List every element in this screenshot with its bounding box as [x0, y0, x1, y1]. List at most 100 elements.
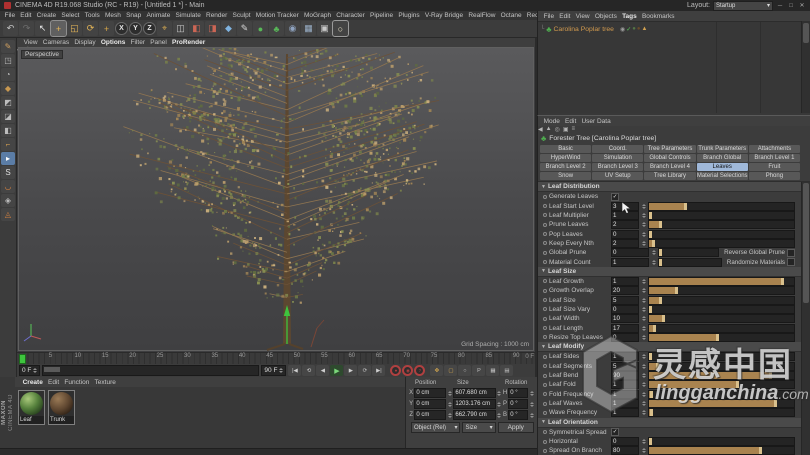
- slider-thumb[interactable]: [780, 277, 784, 285]
- param-slider[interactable]: [648, 323, 795, 333]
- spinner[interactable]: [641, 240, 646, 247]
- material-tag-leaf-icon[interactable]: ●: [632, 26, 636, 32]
- anim-dot-icon[interactable]: [543, 410, 547, 415]
- spinner[interactable]: [497, 412, 502, 419]
- points-mode-icon[interactable]: ◩: [1, 96, 15, 109]
- tab-branch-level-2[interactable]: Branch Level 2: [540, 163, 592, 171]
- menu-item-pipeline[interactable]: Pipeline: [367, 12, 395, 19]
- menu-item-filter[interactable]: Filter: [128, 39, 148, 46]
- anim-dot-icon[interactable]: [543, 430, 547, 435]
- slider-thumb[interactable]: [650, 409, 654, 417]
- uv-fan-icon[interactable]: ◔: [1, 68, 15, 81]
- menu-item-edit[interactable]: Edit: [45, 379, 61, 386]
- slider-thumb[interactable]: [649, 438, 652, 446]
- slider-thumb[interactable]: [653, 324, 657, 332]
- array-grid-icon[interactable]: ▦: [301, 21, 316, 36]
- param-value-field[interactable]: 17: [611, 323, 639, 333]
- slider-thumb[interactable]: [649, 353, 652, 361]
- anim-dot-icon[interactable]: [543, 204, 547, 209]
- spinner[interactable]: [641, 409, 646, 416]
- enabled-check-icon[interactable]: ✓: [626, 26, 631, 33]
- tab-basic[interactable]: Basic: [540, 145, 592, 153]
- slider-thumb[interactable]: [659, 249, 662, 257]
- param-slider[interactable]: [648, 408, 795, 418]
- param-value-field[interactable]: 5: [611, 361, 639, 371]
- spinner[interactable]: [641, 334, 646, 341]
- keyframe-selection-icon[interactable]: ?: [414, 365, 426, 376]
- tab-tree-library[interactable]: Tree Library: [644, 172, 696, 180]
- search-icon[interactable]: ◎: [555, 126, 560, 133]
- anim-dot-icon[interactable]: [543, 298, 547, 303]
- tab-trunk-parameters[interactable]: Trunk Parameters: [696, 145, 748, 153]
- menu-item-bookmarks[interactable]: Bookmarks: [639, 13, 677, 20]
- polygons-mode-icon[interactable]: ◧: [1, 124, 15, 137]
- rotation-field[interactable]: 0 °: [508, 399, 528, 409]
- pick-arrow-icon[interactable]: ▲: [546, 126, 552, 133]
- mograph-tree-icon[interactable]: ♣: [269, 21, 284, 36]
- undo-icon[interactable]: ↶: [3, 21, 18, 36]
- size-field[interactable]: 662.790 cm: [453, 410, 496, 420]
- spinner[interactable]: [497, 401, 502, 408]
- param-slider[interactable]: [648, 286, 795, 296]
- slider-thumb[interactable]: [659, 221, 663, 229]
- anim-dot-icon[interactable]: [543, 364, 547, 369]
- spinner[interactable]: [529, 401, 534, 408]
- anim-dot-icon[interactable]: [543, 232, 547, 237]
- spinner[interactable]: [447, 401, 452, 408]
- apply-button[interactable]: Apply: [497, 422, 534, 433]
- param-slider[interactable]: [648, 389, 795, 399]
- param-value-field[interactable]: 0: [611, 332, 639, 342]
- menu-item-function[interactable]: Function: [62, 379, 92, 386]
- slider-thumb[interactable]: [715, 333, 719, 341]
- param-value-field[interactable]: 2: [611, 238, 639, 248]
- slider-thumb[interactable]: [773, 400, 777, 408]
- quantize-icon[interactable]: ◈: [1, 194, 15, 207]
- position-field[interactable]: 0 cm: [414, 388, 447, 398]
- goto-end-button[interactable]: ▶|: [372, 365, 386, 376]
- anim-dot-icon[interactable]: [543, 439, 547, 444]
- range-thumb[interactable]: [44, 367, 61, 372]
- anim-dot-icon[interactable]: [543, 241, 547, 246]
- param-slider[interactable]: [648, 399, 795, 409]
- checkbox[interactable]: ✓: [611, 192, 619, 201]
- record-rotation-icon[interactable]: ○: [458, 365, 472, 376]
- spinner[interactable]: [641, 287, 646, 294]
- collapse-triangle-icon[interactable]: ▼: [541, 268, 546, 274]
- object-manager-scrollbar[interactable]: [801, 21, 810, 113]
- param-slider[interactable]: [648, 295, 795, 305]
- anim-dot-icon[interactable]: [543, 326, 547, 331]
- tab-simulation[interactable]: Simulation: [592, 154, 644, 162]
- rotate-tool-icon[interactable]: ⟳: [83, 21, 98, 36]
- anim-dot-icon[interactable]: [543, 316, 547, 321]
- tab-global-controls[interactable]: Global Controls: [644, 154, 696, 162]
- light-icon[interactable]: ○: [332, 20, 349, 37]
- menu-item-mograph[interactable]: MoGraph: [301, 12, 333, 19]
- section-header-leaf-modify[interactable]: ▼ Leaf Modify: [538, 342, 802, 353]
- menu-item-tags[interactable]: Tags: [619, 13, 639, 20]
- tab-branch-global[interactable]: Branch Global: [696, 154, 748, 162]
- menu-item-create[interactable]: Create: [20, 379, 45, 386]
- model-mode-icon[interactable]: ◳: [1, 54, 15, 67]
- viewport-canvas[interactable]: Perspective Grid Spacing : 1000 cm: [18, 47, 534, 351]
- slider-thumb[interactable]: [769, 372, 773, 380]
- close-button[interactable]: ✕: [798, 2, 806, 10]
- object-row-carolina-poplar[interactable]: └ ♣ Carolina Poplar tree ◉ ✓ ● ● ▲: [538, 24, 802, 34]
- tab-phong[interactable]: Phong: [748, 172, 800, 180]
- record-pla-icon[interactable]: ▦: [486, 365, 500, 376]
- record-scale-icon[interactable]: ▢: [444, 365, 458, 376]
- spinner[interactable]: [641, 212, 646, 219]
- param-slider[interactable]: [648, 229, 795, 239]
- gold-plane-icon[interactable]: ◆: [1, 82, 15, 95]
- tab-tree-parameters[interactable]: Tree Parameters: [644, 145, 696, 153]
- record-parameter-icon[interactable]: P: [472, 365, 486, 376]
- anim-dot-icon[interactable]: [543, 194, 547, 199]
- spinner[interactable]: [641, 315, 646, 322]
- menu-item-create[interactable]: Create: [34, 12, 59, 19]
- menu-item-plugins[interactable]: Plugins: [396, 12, 423, 19]
- coord-size-dropdown[interactable]: Size ▾: [462, 422, 496, 433]
- playhead[interactable]: [19, 354, 26, 364]
- spinner[interactable]: [641, 221, 646, 228]
- maximize-button[interactable]: □: [787, 2, 795, 10]
- cycle-button[interactable]: ⟳: [358, 365, 372, 376]
- spinner[interactable]: [529, 412, 534, 419]
